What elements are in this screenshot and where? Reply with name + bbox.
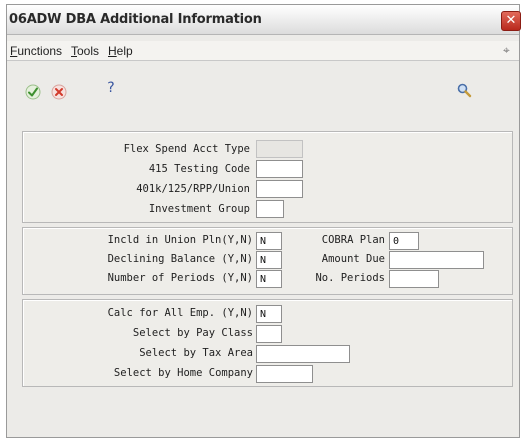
testing-code-label: 415 Testing Code xyxy=(148,163,250,175)
checkmark-icon[interactable] xyxy=(25,84,41,100)
declining-balance-field[interactable]: N xyxy=(256,251,282,269)
number-of-periods-yn-label: Number of Periods (Y,N) xyxy=(107,272,253,284)
declining-balance-label: Declining Balance (Y,N) xyxy=(107,253,253,265)
union-balance-panel: Incld in Union Pln(Y,N) N Declining Bala… xyxy=(22,227,513,295)
menu-help[interactable]: Help xyxy=(108,44,133,58)
menu-bar: Functions Tools Help ⌖ xyxy=(7,41,519,61)
cancel-x-icon[interactable] xyxy=(51,84,67,100)
cobra-plan-field[interactable]: 0 xyxy=(389,232,419,250)
investment-group-field[interactable] xyxy=(256,200,284,218)
toolbar: ? xyxy=(7,77,519,107)
cobra-plan-label: COBRA Plan xyxy=(321,234,385,246)
title-bar: 06ADW DBA Additional Information ✕ xyxy=(7,5,521,35)
number-of-periods-yn-field[interactable]: N xyxy=(256,270,282,288)
union-field[interactable]: N xyxy=(256,232,282,250)
plan-info-panel: Flex Spend Acct Type 415 Testing Code 40… xyxy=(22,131,513,223)
question-mark-icon[interactable]: ? xyxy=(104,80,118,98)
home-company-field[interactable] xyxy=(256,365,313,383)
calc-all-emp-field[interactable]: N xyxy=(256,305,282,323)
home-company-label: Select by Home Company xyxy=(113,367,253,379)
pay-class-label: Select by Pay Class xyxy=(132,327,253,339)
amount-due-label: Amount Due xyxy=(321,253,385,265)
no-periods-label: No. Periods xyxy=(315,272,385,284)
pin-icon[interactable]: ⌖ xyxy=(503,43,510,58)
no-periods-field[interactable] xyxy=(389,270,439,288)
plan-type-label: 401k/125/RPP/Union xyxy=(136,183,250,195)
flex-spend-label: Flex Spend Acct Type xyxy=(123,143,250,155)
employee-selection-panel: Calc for All Emp. (Y,N) N Select by Pay … xyxy=(22,299,513,387)
menu-functions[interactable]: Functions xyxy=(10,44,62,58)
flex-spend-field[interactable] xyxy=(256,140,303,158)
calc-all-emp-label: Calc for All Emp. (Y,N) xyxy=(107,307,253,319)
tax-area-field[interactable] xyxy=(256,345,350,363)
union-label: Incld in Union Pln(Y,N) xyxy=(107,234,253,246)
magnifier-icon[interactable] xyxy=(456,82,472,98)
investment-group-label: Investment Group xyxy=(148,203,250,215)
close-icon[interactable]: ✕ xyxy=(501,11,521,31)
testing-code-field[interactable] xyxy=(256,160,303,178)
menu-tools[interactable]: Tools xyxy=(71,44,99,58)
dba-additional-info-window: 06ADW DBA Additional Information ✕ Funct… xyxy=(6,4,521,438)
pay-class-field[interactable] xyxy=(256,325,282,343)
window-title: 06ADW DBA Additional Information xyxy=(9,12,262,27)
amount-due-field[interactable] xyxy=(389,251,484,269)
tax-area-label: Select by Tax Area xyxy=(139,347,253,359)
plan-type-field[interactable] xyxy=(256,180,303,198)
